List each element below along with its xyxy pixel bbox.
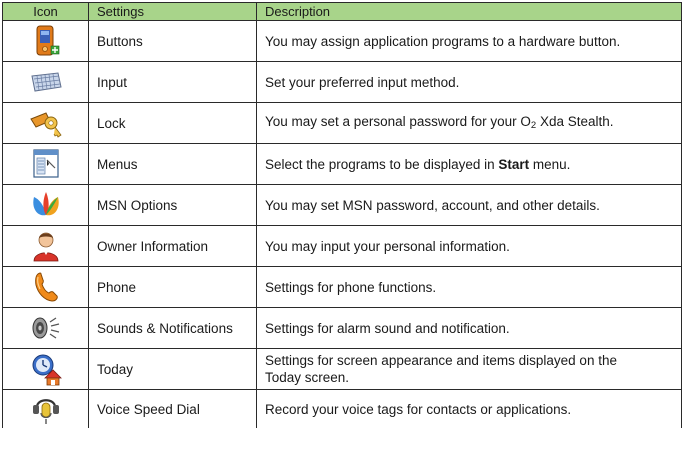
row-setting-name: Phone — [88, 266, 257, 308]
row-description: You may set a personal password for your… — [256, 102, 682, 144]
today-clock-house-icon — [28, 351, 64, 387]
row-description: Settings for phone functions. — [256, 266, 682, 308]
row-setting-name: Sounds & Notifications — [88, 307, 257, 349]
key-lock-icon — [28, 105, 64, 141]
row-setting-name: Owner Information — [88, 225, 257, 267]
row-description: Set your preferred input method. — [256, 61, 682, 103]
table-row: Voice Speed Dial Record your voice tags … — [2, 389, 682, 428]
table-row: Menus Select the programs to be displaye… — [2, 143, 682, 185]
header-icon: Icon — [2, 2, 89, 21]
table-row: Input Set your preferred input method. — [2, 61, 682, 103]
msn-butterfly-icon — [28, 187, 64, 223]
row-setting-name: Buttons — [88, 20, 257, 62]
table-row: Phone Settings for phone functions. — [2, 266, 682, 308]
pda-icon — [28, 23, 64, 59]
voice-speed-dial-icon — [28, 391, 64, 427]
table-row: Buttons You may assign application progr… — [2, 20, 682, 62]
row-setting-name: Voice Speed Dial — [88, 389, 257, 428]
table-row: Sounds & Notifications Settings for alar… — [2, 307, 682, 349]
header-settings: Settings — [88, 2, 257, 21]
row-description: You may set MSN password, account, and o… — [256, 184, 682, 226]
row-setting-name: MSN Options — [88, 184, 257, 226]
row-description: You may assign application programs to a… — [256, 20, 682, 62]
table-row: Owner Information You may input your per… — [2, 225, 682, 267]
person-icon — [28, 228, 64, 264]
speaker-icon — [28, 310, 64, 346]
document-page: Icon Settings Description Buttons You ma… — [0, 0, 684, 465]
settings-table: Icon Settings Description Buttons You ma… — [2, 2, 682, 428]
row-setting-name: Menus — [88, 143, 257, 185]
row-setting-name: Input — [88, 61, 257, 103]
phone-handset-icon — [28, 269, 64, 305]
row-description: Settings for screen appearance and items… — [256, 348, 682, 390]
table-row: MSN Options You may set MSN password, ac… — [2, 184, 682, 226]
window-menu-icon — [28, 146, 64, 182]
header-description: Description — [256, 2, 682, 21]
keyboard-icon — [28, 64, 64, 100]
row-description: Settings for alarm sound and notificatio… — [256, 307, 682, 349]
row-description: You may input your personal information. — [256, 225, 682, 267]
row-description: Record your voice tags for contacts or a… — [256, 389, 682, 428]
table-row: Lock You may set a personal password for… — [2, 102, 682, 144]
row-setting-name: Lock — [88, 102, 257, 144]
row-setting-name: Today — [88, 348, 257, 390]
row-description: Select the programs to be displayed in S… — [256, 143, 682, 185]
table-row: Today Settings for screen appearance and… — [2, 348, 682, 390]
table-header-row: Icon Settings Description — [2, 2, 682, 21]
